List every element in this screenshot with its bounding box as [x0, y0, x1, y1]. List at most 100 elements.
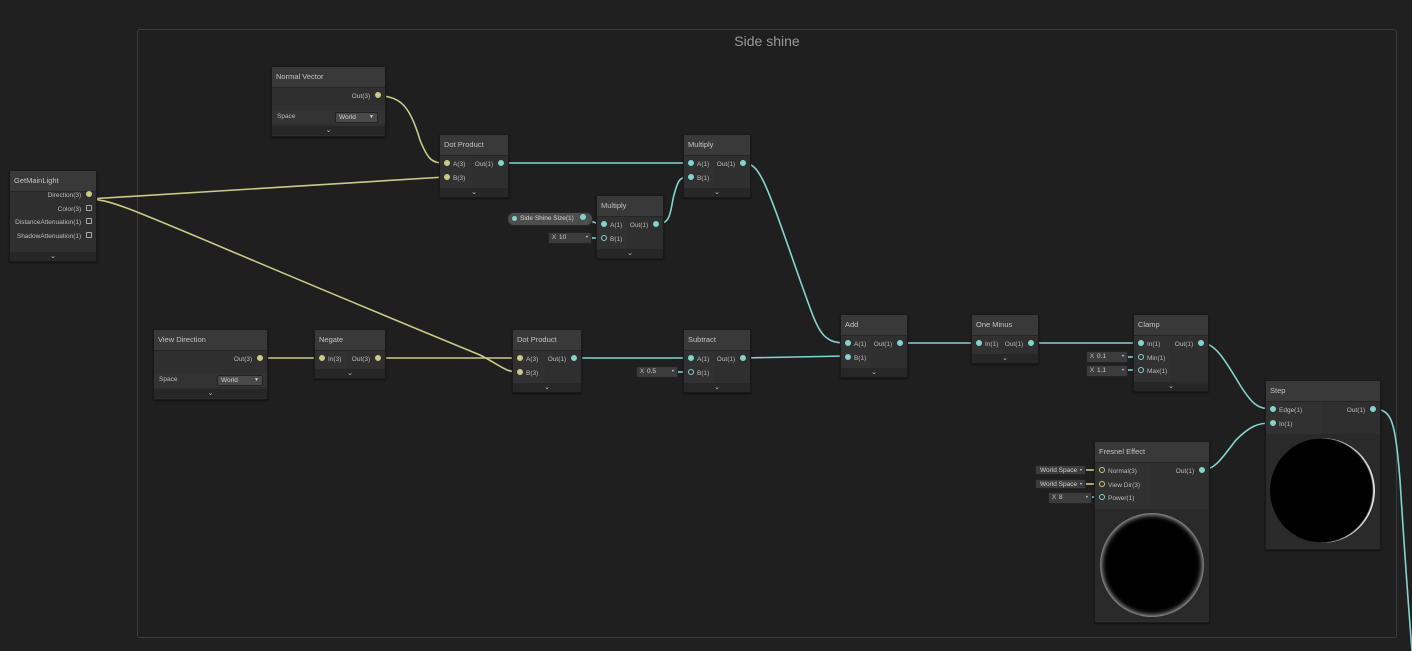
node-dot-product-2[interactable]: Dot Product A(3) B(3) Out(1) ⌄: [512, 329, 582, 393]
input-b[interactable]: B(1): [688, 172, 709, 186]
multiply-b-field[interactable]: X 10 •: [548, 232, 592, 244]
node-view-direction[interactable]: View Direction Out(3) Space World ▼ ⌄: [153, 329, 268, 400]
chevron-down-icon[interactable]: ⌄: [440, 188, 508, 197]
space-dropdown[interactable]: World ▼: [217, 375, 263, 386]
port-pin[interactable]: [1099, 467, 1105, 473]
port-pin[interactable]: [688, 174, 694, 180]
input-b[interactable]: B(1): [845, 352, 866, 366]
output-out[interactable]: Out(3): [352, 90, 381, 104]
input-edge[interactable]: Edge(1): [1270, 404, 1302, 418]
output-out[interactable]: Out(1): [717, 158, 746, 172]
output-distance-attenuation[interactable]: DistanceAttenuation(1): [15, 216, 92, 230]
space-dropdown[interactable]: World ▼: [335, 112, 378, 123]
port-pin[interactable]: [86, 232, 92, 238]
port-pin[interactable]: [688, 160, 694, 166]
input-max[interactable]: Max(1): [1138, 365, 1167, 379]
input-view-dir[interactable]: View Dir(3): [1099, 479, 1140, 493]
chevron-down-icon[interactable]: ⌄: [272, 126, 385, 135]
port-pin[interactable]: [688, 369, 694, 375]
port-pin[interactable]: [1138, 340, 1144, 346]
port-pin[interactable]: [517, 369, 523, 375]
port-pin[interactable]: [1270, 406, 1276, 412]
chevron-down-icon[interactable]: ⌄: [513, 383, 581, 392]
port-pin[interactable]: [375, 92, 381, 98]
chevron-down-icon[interactable]: ⌄: [10, 252, 96, 261]
port-pin[interactable]: [1099, 481, 1105, 487]
node-dot-product-1[interactable]: Dot Product A(3) B(3) Out(1) ⌄: [439, 134, 509, 198]
node-one-minus[interactable]: One Minus In(1) Out(1) ⌄: [971, 314, 1039, 364]
property-side-shine-size[interactable]: Side Shine Size(1): [507, 212, 593, 226]
chevron-down-icon[interactable]: ⌄: [684, 383, 750, 392]
chevron-down-icon[interactable]: ⌄: [154, 389, 267, 398]
output-out[interactable]: Out(1): [1175, 338, 1204, 352]
fresnel-power-field[interactable]: X 8 •: [1048, 492, 1092, 504]
input-b[interactable]: B(1): [688, 367, 709, 381]
output-out[interactable]: Out(1): [717, 353, 746, 367]
input-b[interactable]: B(3): [517, 367, 538, 381]
node-add[interactable]: Add A(1) B(1) Out(1) ⌄: [840, 314, 908, 378]
fresnel-view-field[interactable]: World Space •: [1035, 479, 1086, 489]
subtract-b-field[interactable]: X 0.5 •: [636, 366, 678, 378]
node-subtract[interactable]: Subtract A(1) B(1) Out(1) ⌄: [683, 329, 751, 393]
output-shadow-attenuation[interactable]: ShadowAttenuation(1): [17, 230, 92, 244]
port-pin[interactable]: [897, 340, 903, 346]
port-pin[interactable]: [517, 355, 523, 361]
clamp-max-field[interactable]: X 1.1 •: [1086, 365, 1128, 377]
node-multiply-1[interactable]: Multiply A(1) B(1) Out(1) ⌄: [596, 195, 664, 259]
group-title[interactable]: Side shine: [138, 33, 1396, 49]
port-pin[interactable]: [976, 340, 982, 346]
port-pin[interactable]: [845, 340, 851, 346]
port-pin[interactable]: [845, 354, 851, 360]
output-direction[interactable]: Direction(3): [48, 189, 92, 203]
output-out[interactable]: Out(1): [475, 158, 504, 172]
chevron-down-icon[interactable]: ⌄: [684, 188, 750, 197]
port-pin[interactable]: [1199, 467, 1205, 473]
port-pin[interactable]: [1138, 367, 1144, 373]
input-a[interactable]: A(1): [845, 338, 866, 352]
port-pin[interactable]: [86, 191, 92, 197]
port-pin[interactable]: [86, 205, 92, 211]
port-pin[interactable]: [1099, 494, 1105, 500]
input-b[interactable]: B(1): [601, 233, 622, 247]
input-in[interactable]: In(1): [1270, 418, 1292, 432]
port-pin[interactable]: [257, 355, 263, 361]
node-normal-vector[interactable]: Normal Vector Out(3) Space World ▼ ⌄: [271, 66, 386, 137]
port-pin[interactable]: [86, 218, 92, 224]
output-out[interactable]: Out(1): [1347, 404, 1376, 418]
chevron-down-icon[interactable]: ⌄: [841, 368, 907, 377]
node-fresnel-effect[interactable]: Fresnel Effect Normal(3) View Dir(3) Pow…: [1094, 441, 1210, 623]
input-power[interactable]: Power(1): [1099, 492, 1134, 506]
port-pin[interactable]: [740, 160, 746, 166]
clamp-min-field[interactable]: X 0.1 •: [1086, 351, 1128, 363]
input-in[interactable]: In(3): [319, 353, 341, 367]
input-a[interactable]: A(1): [688, 158, 709, 172]
output-out[interactable]: Out(1): [630, 219, 659, 233]
chevron-down-icon[interactable]: ⌄: [1134, 382, 1208, 391]
input-a[interactable]: A(3): [517, 353, 538, 367]
input-a[interactable]: A(1): [601, 219, 622, 233]
input-min[interactable]: Min(1): [1138, 352, 1165, 366]
input-in[interactable]: In(1): [976, 338, 998, 352]
port-pin[interactable]: [1138, 354, 1144, 360]
node-clamp[interactable]: Clamp In(1) Min(1) Max(1) Out(1) ⌄: [1133, 314, 1209, 392]
port-pin[interactable]: [601, 235, 607, 241]
node-step[interactable]: Step Edge(1) In(1) Out(1): [1265, 380, 1381, 550]
output-color[interactable]: Color(3): [58, 203, 92, 217]
port-pin[interactable]: [1270, 420, 1276, 426]
input-in[interactable]: In(1): [1138, 338, 1160, 352]
port-pin[interactable]: [1028, 340, 1034, 346]
node-negate[interactable]: Negate In(3) Out(3) ⌄: [314, 329, 386, 379]
chevron-down-icon[interactable]: ⌄: [597, 249, 663, 258]
output-out[interactable]: Out(1): [548, 353, 577, 367]
port-pin[interactable]: [571, 355, 577, 361]
output-out[interactable]: Out(1): [1176, 465, 1205, 479]
fresnel-normal-field[interactable]: World Space •: [1035, 465, 1086, 475]
port-pin[interactable]: [444, 174, 450, 180]
port-pin[interactable]: [1198, 340, 1204, 346]
chevron-down-icon[interactable]: ⌄: [972, 354, 1038, 363]
output-out[interactable]: Out(1): [874, 338, 903, 352]
input-a[interactable]: A(1): [688, 353, 709, 367]
port-pin[interactable]: [1370, 406, 1376, 412]
input-a[interactable]: A(3): [444, 158, 465, 172]
port-pin[interactable]: [579, 214, 586, 220]
